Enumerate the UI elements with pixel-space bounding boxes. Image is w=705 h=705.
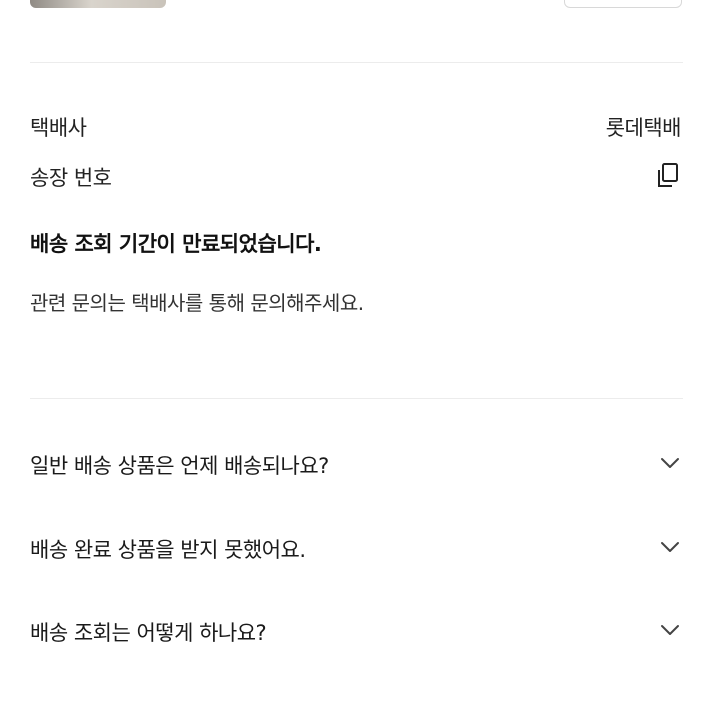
tracking-expired-description: 관련 문의는 택배사를 통해 문의해주세요. [30, 291, 364, 315]
top-action-button[interactable] [564, 0, 682, 8]
copy-icon [658, 163, 678, 187]
tracking-expired-title: 배송 조회 기간이 만료되었습니다. [30, 232, 322, 256]
delivery-detail-page: 택배사 롯데택배 송장 번호 배송 조회 기간이 만료되었습니다. 관련 문의는… [0, 0, 705, 705]
carrier-label: 택배사 [30, 116, 87, 140]
chevron-down-icon [661, 542, 679, 552]
copy-tracking-button[interactable] [655, 162, 681, 190]
product-thumbnail [30, 0, 166, 8]
faq-question: 배송 완료 상품을 받지 못했어요. [30, 538, 306, 562]
section-divider [30, 62, 683, 63]
carrier-value: 롯데택배 [605, 116, 682, 140]
chevron-down-icon [661, 458, 679, 468]
faq-question: 일반 배송 상품은 언제 배송되나요? [30, 454, 329, 478]
tracking-number-label: 송장 번호 [30, 166, 112, 190]
faq-item[interactable]: 배송 조회는 어떻게 하나요? [0, 603, 705, 659]
faq-question: 배송 조회는 어떻게 하나요? [30, 621, 267, 645]
faq-item-partial[interactable] [30, 694, 390, 705]
section-divider [30, 398, 683, 399]
chevron-down-icon [661, 625, 679, 635]
faq-item[interactable]: 일반 배송 상품은 언제 배송되나요? [0, 436, 705, 492]
faq-item[interactable]: 배송 완료 상품을 받지 못했어요. [0, 520, 705, 576]
